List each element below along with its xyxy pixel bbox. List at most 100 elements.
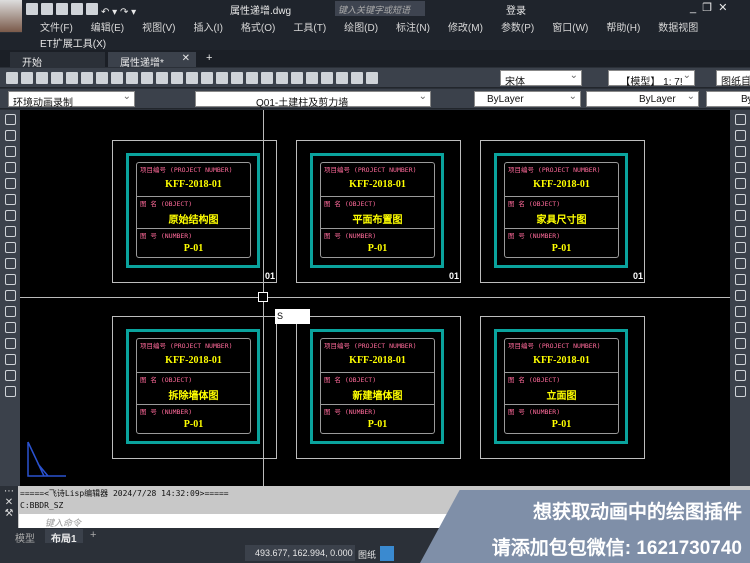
menu-window[interactable]: 窗口(W) <box>534 17 588 34</box>
page-corner-number: 01 <box>264 271 275 281</box>
title-bar: ↶ ▾ ↷ ▾ 属性递增.dwg 键入关键字或短语 登录 _ ❐ ✕ <box>0 0 750 18</box>
sheet-number: P-01 <box>367 419 388 430</box>
title-block: 项目编号 (PROJECT NUMBER) KFF-2018-01 图 名 (OB… <box>136 162 251 258</box>
project-number: KFF-2018-01 <box>349 355 406 366</box>
number-label: 图 号 (NUMBER) <box>324 232 377 240</box>
sheet-name: 家具尺寸图 <box>536 215 587 226</box>
menu-et-tools[interactable]: ET扩展工具(X) <box>40 35 106 50</box>
number-row: 图 号 (NUMBER) P-01 <box>505 405 618 435</box>
object-label: 图 名 (OBJECT) <box>508 200 561 208</box>
number-label: 图 号 (NUMBER) <box>140 232 193 240</box>
dynamic-input[interactable]: S <box>275 309 310 324</box>
file-title: 属性递增.dwg <box>230 6 292 17</box>
promo-line-2: 请添加包包微信: 1621730740 <box>491 538 742 559</box>
add-layout-button[interactable]: + <box>90 529 96 541</box>
menu-modify[interactable]: 修改(M) <box>430 17 483 34</box>
sheet-number: P-01 <box>551 419 572 430</box>
close-icon[interactable]: ✕ <box>182 53 190 64</box>
tab-file[interactable]: 属性递增* ✕ <box>108 52 196 69</box>
menu-file[interactable]: 文件(F) <box>22 17 73 34</box>
object-label: 图 名 (OBJECT) <box>324 376 377 384</box>
project-row: 项目编号 (PROJECT NUMBER) KFF-2018-01 <box>321 163 434 197</box>
scale-select[interactable]: 【模型】 1: 7! <box>608 70 695 88</box>
quick-access-toolbar[interactable]: ↶ ▾ ↷ ▾ <box>26 3 136 18</box>
layers-toolbar: 环境动画录制 Q01-土建柱及剪力墙 ByLayer ByLayer By <box>0 89 750 109</box>
sheet-border: 项目编号 (PROJECT NUMBER) KFF-2018-01 图 名 (OB… <box>310 153 444 268</box>
project-row: 项目编号 (PROJECT NUMBER) KFF-2018-01 <box>137 339 250 373</box>
title-block-sheet[interactable]: 项目编号 (PROJECT NUMBER) KFF-2018-01 图 名 (OB… <box>112 316 277 459</box>
menu-tools[interactable]: 工具(T) <box>275 17 326 34</box>
promo-line-1: 想获取动画中的绘图插件 <box>532 502 742 523</box>
pickbox-cursor <box>258 292 268 302</box>
crosshair-horizontal <box>20 297 730 298</box>
sheet-border: 项目编号 (PROJECT NUMBER) KFF-2018-01 图 名 (OB… <box>310 329 444 444</box>
ucs-icon <box>27 441 66 477</box>
project-label: 项目编号 (PROJECT NUMBER) <box>140 342 233 350</box>
sheet-border: 项目编号 (PROJECT NUMBER) KFF-2018-01 图 名 (OB… <box>494 329 628 444</box>
sheet-select[interactable]: 图纸目录 <box>716 70 750 103</box>
toolbar-icons[interactable] <box>6 72 486 87</box>
number-row: 图 号 (NUMBER) P-01 <box>137 405 250 435</box>
title-block: 项目编号 (PROJECT NUMBER) KFF-2018-01 图 名 (OB… <box>504 162 619 258</box>
project-label: 项目编号 (PROJECT NUMBER) <box>324 342 417 350</box>
font-select[interactable]: 宋体 <box>500 70 582 88</box>
title-block-sheet[interactable]: 项目编号 (PROJECT NUMBER) KFF-2018-01 图 名 (OB… <box>480 316 645 459</box>
title-block: 项目编号 (PROJECT NUMBER) KFF-2018-01 图 名 (OB… <box>504 338 619 434</box>
app-logo <box>0 0 22 32</box>
title-block-sheet[interactable]: 项目编号 (PROJECT NUMBER) KFF-2018-01 图 名 (OB… <box>480 140 645 283</box>
number-row: 图 号 (NUMBER) P-01 <box>321 405 434 435</box>
window-controls[interactable]: _ ❐ ✕ <box>690 1 727 14</box>
sheet-number: P-01 <box>183 419 204 430</box>
workspace-select[interactable]: 环境动画录制 <box>8 91 135 109</box>
menu-edit[interactable]: 编辑(E) <box>73 17 124 34</box>
page-corner-number: 01 <box>632 271 643 281</box>
title-block: 项目编号 (PROJECT NUMBER) KFF-2018-01 图 名 (OB… <box>320 162 435 258</box>
title-block: 项目编号 (PROJECT NUMBER) KFF-2018-01 图 名 (OB… <box>320 338 435 434</box>
draw-toolbar[interactable] <box>0 110 20 486</box>
project-row: 项目编号 (PROJECT NUMBER) KFF-2018-01 <box>137 163 250 197</box>
title-block-sheet[interactable]: 项目编号 (PROJECT NUMBER) KFF-2018-01 图 名 (OB… <box>296 316 461 459</box>
menu-view[interactable]: 视图(V) <box>124 17 175 34</box>
layer-select[interactable]: Q01-土建柱及剪力墙 <box>195 91 431 109</box>
project-label: 项目编号 (PROJECT NUMBER) <box>324 166 417 174</box>
project-number: KFF-2018-01 <box>165 355 222 366</box>
tab-start[interactable]: 开始 <box>10 52 105 69</box>
snap-icon[interactable] <box>380 546 394 561</box>
title-block-sheet[interactable]: 项目编号 (PROJECT NUMBER) KFF-2018-01 图 名 (OB… <box>296 140 461 283</box>
new-tab-button[interactable]: + <box>206 52 212 64</box>
project-row: 项目编号 (PROJECT NUMBER) KFF-2018-01 <box>505 163 618 197</box>
command-window-controls[interactable]: ⋯ ✕ ⚒ <box>0 486 18 529</box>
color-select[interactable]: ByLayer <box>474 91 581 107</box>
sheet-border: 项目编号 (PROJECT NUMBER) KFF-2018-01 图 名 (OB… <box>126 329 260 444</box>
drawing-canvas[interactable]: 项目编号 (PROJECT NUMBER) KFF-2018-01 图 名 (OB… <box>20 110 730 486</box>
paper-space-toggle[interactable]: 图纸 <box>358 548 376 561</box>
linetype-select[interactable]: ByLayer <box>586 91 699 107</box>
number-label: 图 号 (NUMBER) <box>324 408 377 416</box>
menu-format[interactable]: 格式(O) <box>223 17 275 34</box>
sheet-number: P-01 <box>183 243 204 254</box>
title-block-sheet[interactable]: 项目编号 (PROJECT NUMBER) KFF-2018-01 图 名 (OB… <box>112 140 277 283</box>
sheet-border: 项目编号 (PROJECT NUMBER) KFF-2018-01 图 名 (OB… <box>494 153 628 268</box>
menu-dataview[interactable]: 数据视图 <box>640 17 698 34</box>
menu-draw[interactable]: 绘图(D) <box>326 17 378 34</box>
menu-help[interactable]: 帮助(H) <box>588 17 640 34</box>
number-row: 图 号 (NUMBER) P-01 <box>321 229 434 259</box>
project-number: KFF-2018-01 <box>533 179 590 190</box>
menu-dimension[interactable]: 标注(N) <box>378 17 430 34</box>
sheet-border: 项目编号 (PROJECT NUMBER) KFF-2018-01 图 名 (OB… <box>126 153 260 268</box>
project-label: 项目编号 (PROJECT NUMBER) <box>140 166 233 174</box>
login-button[interactable]: 登录 <box>506 2 526 17</box>
menu-insert[interactable]: 插入(I) <box>175 17 222 34</box>
search-input[interactable]: 键入关键字或短语 <box>335 1 425 16</box>
object-row: 图 名 (OBJECT) 立面图 <box>505 373 618 405</box>
modify-toolbar[interactable] <box>730 110 750 486</box>
project-number: KFF-2018-01 <box>165 179 222 190</box>
number-row: 图 号 (NUMBER) P-01 <box>137 229 250 259</box>
number-label: 图 号 (NUMBER) <box>140 408 193 416</box>
title-block: 项目编号 (PROJECT NUMBER) KFF-2018-01 图 名 (OB… <box>136 338 251 434</box>
project-row: 项目编号 (PROJECT NUMBER) KFF-2018-01 <box>505 339 618 373</box>
menu-parameter[interactable]: 参数(P) <box>483 17 534 34</box>
sheet-name: 平面布置图 <box>352 215 403 226</box>
sheet-name: 原始结构图 <box>168 215 219 226</box>
lineweight-select[interactable]: By <box>706 91 750 107</box>
